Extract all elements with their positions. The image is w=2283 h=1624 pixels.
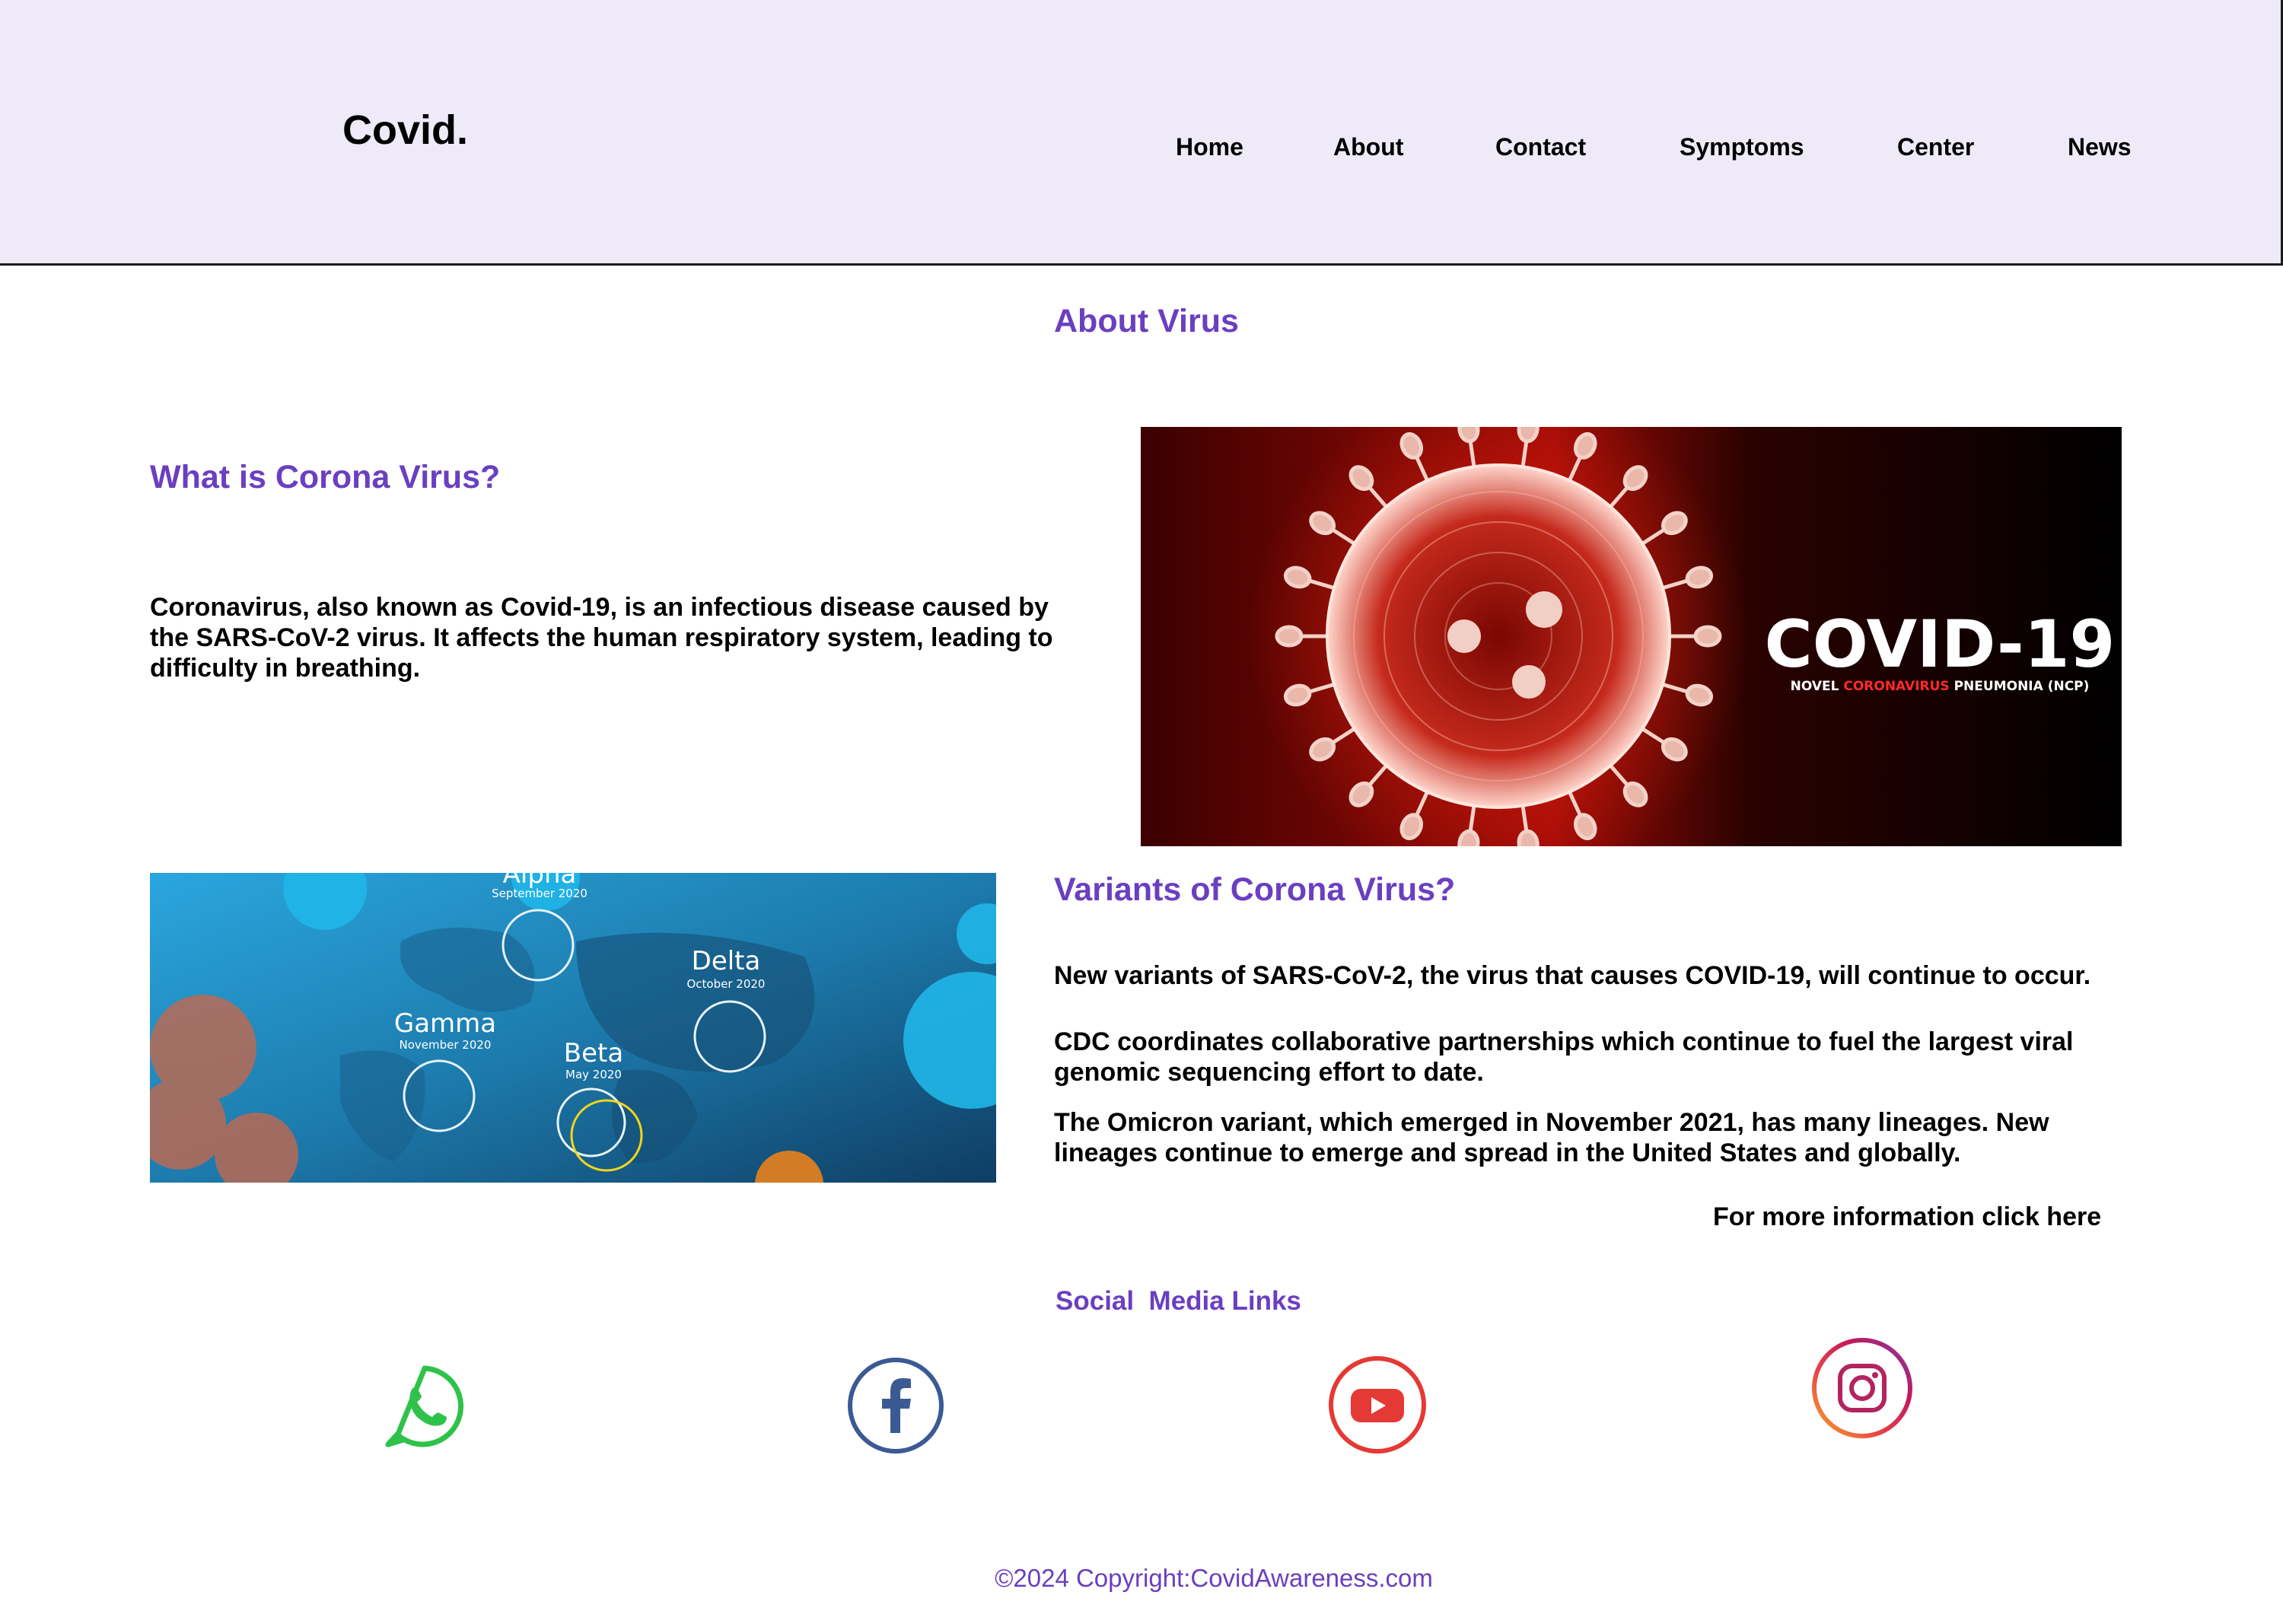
banner-subtitle-text: NOVEL CORONAVIRUS PNEUMONIA (NCP): [1791, 679, 2090, 694]
virus-spike-tip: [1693, 625, 1722, 648]
what-is-corona-title: What is Corona Virus?: [150, 459, 501, 495]
variants-paragraph-1: New variants of SARS-CoV-2, the virus th…: [1054, 961, 2091, 990]
about-virus-heading: About Virus: [1054, 303, 1239, 339]
banner-covid19-text: COVID-19: [1765, 607, 2116, 683]
whatsapp-icon[interactable]: [380, 1362, 469, 1450]
delta-date: October 2020: [687, 977, 766, 991]
site-header: Covid. Home About Contact Symptoms Cente…: [0, 0, 2283, 266]
nav-symptoms-link[interactable]: Symptoms: [1680, 133, 1804, 161]
social-media-title: Social Media Links: [1056, 1286, 1301, 1316]
more-info-link[interactable]: For more information click here: [1713, 1202, 2101, 1232]
nav-center-link[interactable]: Center: [1897, 133, 1974, 161]
what-is-corona-text: Coronavirus, also known as Covid-19, is …: [150, 593, 1053, 683]
beta-label: Beta: [564, 1038, 623, 1068]
main-nav: Home About Contact Symptoms Center News: [0, 133, 2281, 164]
beta-date: May 2020: [565, 1068, 622, 1081]
nav-news-link[interactable]: News: [2068, 133, 2132, 161]
virus-spike-tip: [1275, 625, 1304, 648]
nav-about-link[interactable]: About: [1333, 133, 1403, 161]
youtube-icon[interactable]: [1328, 1355, 1427, 1454]
variants-map-image: Alpha September 2020 Delta October 2020 …: [150, 873, 996, 1183]
gamma-date: November 2020: [400, 1038, 492, 1052]
covid19-banner-graphic: COVID-19 NOVEL CORONAVIRUS PNEUMONIA (NC…: [1141, 427, 2122, 846]
variants-title: Variants of Corona Virus?: [1054, 871, 1456, 908]
alpha-date: September 2020: [492, 887, 587, 900]
nav-contact-link[interactable]: Contact: [1495, 133, 1586, 161]
delta-label: Delta: [692, 946, 761, 976]
facebook-icon[interactable]: [847, 1357, 944, 1454]
footer-copyright: ©2024 Copyright:CovidAwareness.com: [995, 1564, 1433, 1592]
nav-home-link[interactable]: Home: [1176, 133, 1243, 161]
instagram-icon[interactable]: [1811, 1337, 1913, 1439]
covid19-banner-image: COVID-19 NOVEL CORONAVIRUS PNEUMONIA (NC…: [1141, 427, 2122, 846]
variants-map-graphic: Alpha September 2020 Delta October 2020 …: [150, 873, 996, 1183]
variants-paragraph-3: The Omicron variant, which emerged in No…: [1054, 1108, 2049, 1167]
variants-paragraph-2: CDC coordinates collaborative partnershi…: [1054, 1027, 2074, 1087]
gamma-label: Gamma: [394, 1008, 496, 1039]
